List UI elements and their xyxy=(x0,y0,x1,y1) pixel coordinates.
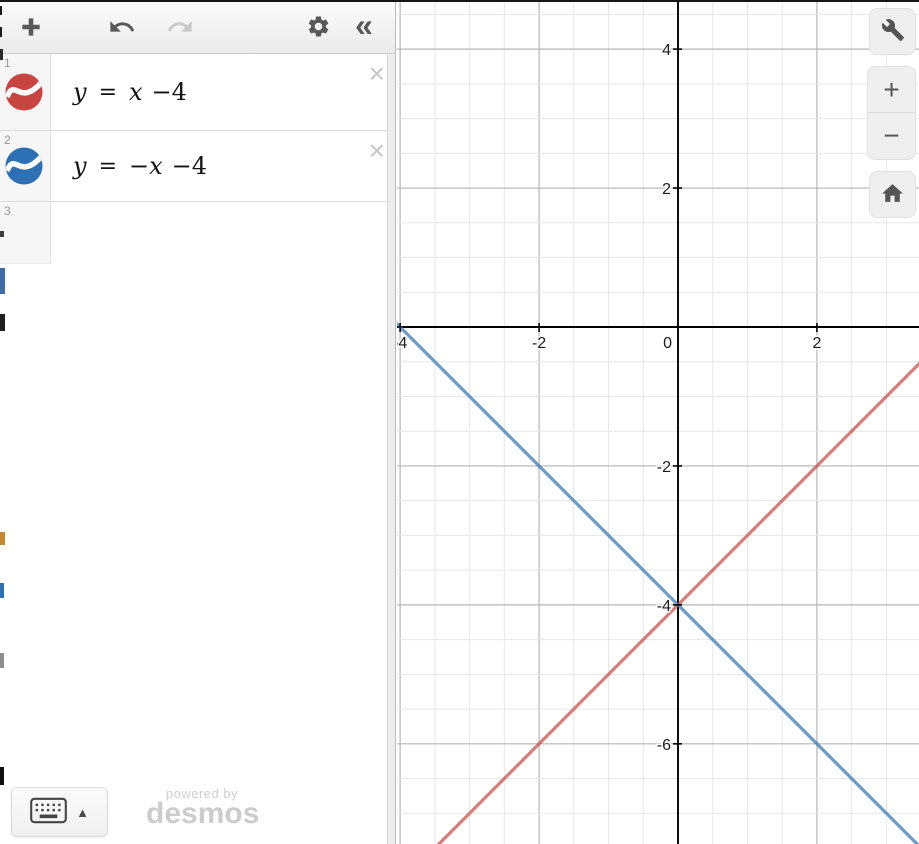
chevron-up-icon: ▲ xyxy=(76,804,89,820)
undo-redo-group xyxy=(101,6,201,48)
graph-region[interactable]: -4 -2 0 2 4 2 -2 -4 -6 + − xyxy=(397,0,919,844)
delete-expression-button[interactable]: × xyxy=(369,60,385,88)
zoom-out-button[interactable]: − xyxy=(868,113,915,159)
powered-by-label: powered by xyxy=(165,785,239,801)
expression-gutter[interactable]: 2 xyxy=(0,131,51,201)
axis-label: -2 xyxy=(657,459,671,476)
graph-controls: + − xyxy=(867,8,916,218)
toolbar-right-group: « xyxy=(297,6,385,48)
double-chevron-left-icon: « xyxy=(355,6,373,43)
expression-panel: « 1 y = x −4 × 2 y = −x −4 × 3 ▲ powered… xyxy=(0,0,396,844)
expression-row: 2 y = −x −4 × xyxy=(0,131,395,202)
graph-curve xyxy=(397,321,919,844)
axis-label: 2 xyxy=(812,335,821,352)
equation-equals: = xyxy=(98,79,117,105)
graph-canvas[interactable]: -4 -2 0 2 4 2 -2 -4 -6 xyxy=(397,0,919,844)
row-number: 2 xyxy=(4,133,11,147)
keyboard-icon xyxy=(30,797,67,827)
graph-settings-wrench-button[interactable] xyxy=(869,8,916,55)
window-top-border xyxy=(0,0,919,2)
axis-label: 0 xyxy=(663,335,672,352)
redo-button[interactable] xyxy=(159,6,201,48)
plus-icon xyxy=(18,14,44,40)
axis-label: 4 xyxy=(662,42,671,59)
redo-arrow-icon xyxy=(166,13,194,41)
undo-button[interactable] xyxy=(101,6,143,48)
desmos-logo: desmos xyxy=(146,796,260,830)
equation-term2: −4 xyxy=(151,78,187,106)
collapse-panel-button[interactable]: « xyxy=(343,6,385,48)
axis-label: -2 xyxy=(532,335,546,352)
curve-style-icon[interactable] xyxy=(5,147,43,185)
expression-row-empty[interactable]: 3 xyxy=(0,202,395,264)
desmos-calculator: « 1 y = x −4 × 2 y = −x −4 × 3 ▲ powered… xyxy=(0,0,919,844)
equation-term1: −x xyxy=(129,152,163,180)
home-button[interactable] xyxy=(869,171,916,218)
zoom-button-group: + − xyxy=(867,66,916,160)
graph-curve xyxy=(436,361,919,844)
desmos-branding: powered by desmos xyxy=(146,785,260,830)
expression-scrollbar[interactable] xyxy=(387,54,395,844)
axis-label: 2 xyxy=(662,181,671,198)
zoom-in-button[interactable]: + xyxy=(868,67,915,113)
axis-label: -4 xyxy=(657,598,671,615)
equation-term2: −4 xyxy=(171,152,208,180)
expression-gutter[interactable]: 1 xyxy=(0,54,51,130)
expression-input[interactable]: y = −x −4 xyxy=(51,131,395,201)
expression-row: 1 y = x −4 × xyxy=(0,54,395,131)
expression-gutter: 3 xyxy=(0,202,51,264)
undo-arrow-icon xyxy=(108,13,136,41)
show-keyboard-button[interactable]: ▲ xyxy=(11,787,108,837)
row-number: 1 xyxy=(4,56,11,70)
equation-lhs: y xyxy=(73,78,87,106)
delete-expression-button[interactable]: × xyxy=(369,137,385,165)
gear-icon xyxy=(306,14,331,39)
home-icon xyxy=(880,181,905,209)
row-number: 3 xyxy=(4,204,11,218)
wrench-icon xyxy=(881,18,905,45)
equation-term1: x xyxy=(129,78,143,106)
graph-settings-button[interactable] xyxy=(297,6,339,48)
axis-label: -6 xyxy=(657,737,671,754)
expression-toolbar: « xyxy=(0,0,395,54)
equation-equals: = xyxy=(98,153,117,179)
axis-label: -4 xyxy=(397,335,407,352)
expression-input[interactable]: y = x −4 xyxy=(51,54,395,130)
equation-lhs: y xyxy=(73,152,87,180)
add-expression-button[interactable] xyxy=(10,6,52,48)
curve-style-icon[interactable] xyxy=(5,73,43,111)
